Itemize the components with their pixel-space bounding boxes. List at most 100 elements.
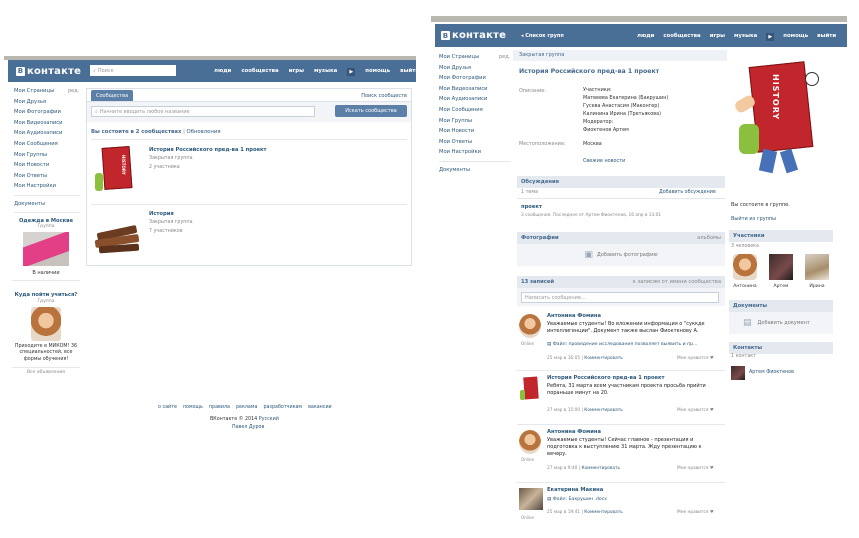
group-books-icon[interactable]	[93, 215, 145, 255]
ad-block-1[interactable]: Одежда в Москве Группа В наличии	[12, 218, 80, 281]
sidebar-item-friends[interactable]: Мои Друзья	[14, 97, 80, 108]
sidebar-item-videos[interactable]: Мои Видеозаписи	[439, 84, 511, 95]
member-name[interactable]: Артем	[767, 284, 795, 289]
avatar[interactable]	[733, 254, 757, 280]
sidebar-item-documents[interactable]: Документы	[439, 165, 511, 176]
sidebar-item-answers[interactable]: Мои Ответы	[14, 171, 80, 182]
sidebar-item-news[interactable]: Мои Новости	[439, 126, 511, 137]
group-cover-image[interactable]: HISTORY	[731, 54, 835, 186]
members-header[interactable]: Участники	[729, 230, 833, 242]
member-name[interactable]: Антонина	[731, 284, 759, 289]
back-to-groups-link[interactable]: ◂ Список групп	[521, 33, 564, 39]
avatar[interactable]	[805, 254, 829, 280]
post-author[interactable]: Антонина Фомина	[547, 429, 601, 435]
group-book-icon[interactable]	[519, 376, 543, 402]
contacts-header[interactable]: Контакты	[729, 342, 833, 354]
like-button[interactable]: Мне нравится ♥	[677, 466, 714, 471]
vk-logo[interactable]: Вконтакте	[441, 30, 506, 41]
sidebar-item-settings[interactable]: Мои Настройки	[439, 147, 511, 158]
nav-communities[interactable]: сообщества	[663, 33, 700, 41]
ad-title[interactable]: Куда пойти учиться?	[12, 292, 80, 299]
discussions-header[interactable]: Обсуждения	[517, 176, 725, 188]
albums-link[interactable]: альбомы	[697, 235, 721, 241]
sidebar-item-videos[interactable]: Мои Видеозаписи	[14, 118, 80, 129]
fresh-news-link[interactable]: Свежие новости	[583, 158, 625, 164]
play-icon[interactable]: ▶	[347, 68, 356, 76]
footer-link[interactable]: разработчикам	[263, 405, 302, 410]
ad-image[interactable]	[31, 306, 61, 341]
sidebar-item-audio[interactable]: Мои Аудиозаписи	[439, 94, 511, 105]
contact-name[interactable]: Артем Фиоктенов	[749, 370, 794, 375]
sidebar-item-news[interactable]: Мои Новости	[14, 160, 80, 171]
sidebar-item-audio[interactable]: Мои Аудиозаписи	[14, 128, 80, 139]
nav-logout[interactable]: выйти	[817, 33, 836, 41]
sidebar-item-messages[interactable]: Мои Сообщения	[14, 139, 80, 150]
sidebar-item-documents[interactable]: Документы	[14, 199, 80, 210]
list-item[interactable]: История Закрытая группа 7 участников	[93, 209, 403, 261]
nav-people[interactable]: люди	[214, 68, 231, 76]
sidebar-item-photos[interactable]: Мои Фотографии	[14, 107, 80, 118]
nav-logout[interactable]: выйти	[400, 68, 419, 76]
nav-games[interactable]: игры	[710, 33, 725, 41]
photos-title[interactable]: Фотографии	[521, 235, 559, 241]
footer-link[interactable]: правила	[209, 405, 230, 410]
ad-image[interactable]	[23, 232, 69, 266]
sidebar-item-groups[interactable]: Мои Группы	[439, 116, 511, 127]
search-input[interactable]: ⌕ Поиск	[90, 65, 176, 76]
search-communities-link[interactable]: Поиск сообществ	[361, 93, 407, 99]
sidebar-item-photos[interactable]: Мои Фотографии	[439, 73, 511, 84]
sidebar-edit-link[interactable]: ред.	[499, 52, 510, 62]
community-search-input[interactable]: ⌕ Начните вводить любое название	[91, 106, 315, 117]
add-discussion-link[interactable]: Добавить обсуждение	[659, 190, 716, 195]
nav-music[interactable]: музыка	[734, 33, 757, 41]
post-author[interactable]: Антонина Фомина	[547, 313, 601, 319]
play-icon[interactable]: ▶	[766, 33, 775, 41]
updates-link[interactable]: Обновления	[187, 129, 221, 135]
vk-logo[interactable]: Вконтакте	[16, 66, 81, 77]
documents-header[interactable]: Документы	[729, 300, 833, 312]
compose-input[interactable]: Написать сообщение...	[521, 292, 719, 303]
sidebar-item-friends[interactable]: Мои Друзья	[439, 63, 511, 74]
nav-music[interactable]: музыка	[314, 68, 337, 76]
group-name[interactable]: История Российского пред-ва 1 проект	[149, 147, 267, 153]
topic-title[interactable]: проект	[521, 204, 542, 210]
sidebar-item-groups[interactable]: Мои Группы	[14, 150, 80, 161]
like-button[interactable]: Мне нравится ♥	[677, 510, 714, 515]
comment-link[interactable]: Комментировать	[582, 466, 620, 471]
footer-author[interactable]: Павел Дуров	[232, 425, 264, 430]
author-avatar[interactable]	[519, 430, 541, 454]
author-avatar[interactable]	[519, 314, 541, 338]
footer-link[interactable]: реклама	[236, 405, 257, 410]
sidebar-edit-link[interactable]: ред.	[68, 86, 79, 96]
author-avatar[interactable]	[519, 488, 543, 510]
ad-block-2[interactable]: Куда пойти учиться? Группа Приходите в М…	[12, 292, 80, 375]
like-button[interactable]: Мне нравится ♥	[677, 408, 714, 413]
footer-link[interactable]: помощь	[183, 405, 203, 410]
comment-link[interactable]: Комментировать	[584, 408, 622, 413]
posts-by-community-link[interactable]: к записям от имени сообщества	[633, 279, 721, 285]
nav-communities[interactable]: сообщества	[241, 68, 278, 76]
search-communities-button[interactable]: Искать сообщества	[335, 105, 407, 117]
nav-help[interactable]: помощь	[365, 68, 390, 76]
nav-people[interactable]: люди	[637, 33, 654, 41]
add-document-button[interactable]: ▤ Добавить документ	[729, 312, 833, 334]
group-book-icon[interactable]: HISTORY	[93, 145, 143, 193]
nav-games[interactable]: игры	[289, 68, 304, 76]
group-name[interactable]: История	[149, 211, 174, 217]
sidebar-item-messages[interactable]: Мои Сообщения	[439, 105, 511, 116]
comment-link[interactable]: Комментировать	[584, 510, 622, 515]
membership-count[interactable]: Вы состоите в 2 сообществах	[91, 129, 181, 135]
add-photo-button[interactable]: ▣ Добавить фотографию	[517, 244, 725, 266]
comment-link[interactable]: Комментировать	[584, 356, 622, 361]
footer-link[interactable]: о сайте	[158, 405, 177, 410]
avatar[interactable]	[731, 366, 745, 380]
nav-help[interactable]: помощь	[783, 33, 808, 41]
list-item[interactable]: HISTORY История Российского пред-ва 1 пр…	[93, 145, 403, 197]
post-attachment[interactable]: ▤ Файл: проведение исследования позволяе…	[547, 342, 697, 347]
post-author[interactable]: История Российского пред-ва 1 проект	[547, 375, 665, 381]
post-attachment[interactable]: ▤ Файл: Бакрушин .docx	[547, 497, 607, 502]
member-name[interactable]: Ирина	[803, 284, 831, 289]
language-link[interactable]: Русский	[259, 417, 279, 422]
all-ads-link[interactable]: Все объявления	[12, 370, 80, 375]
leave-group-link[interactable]: Выйти из группы	[731, 216, 776, 222]
